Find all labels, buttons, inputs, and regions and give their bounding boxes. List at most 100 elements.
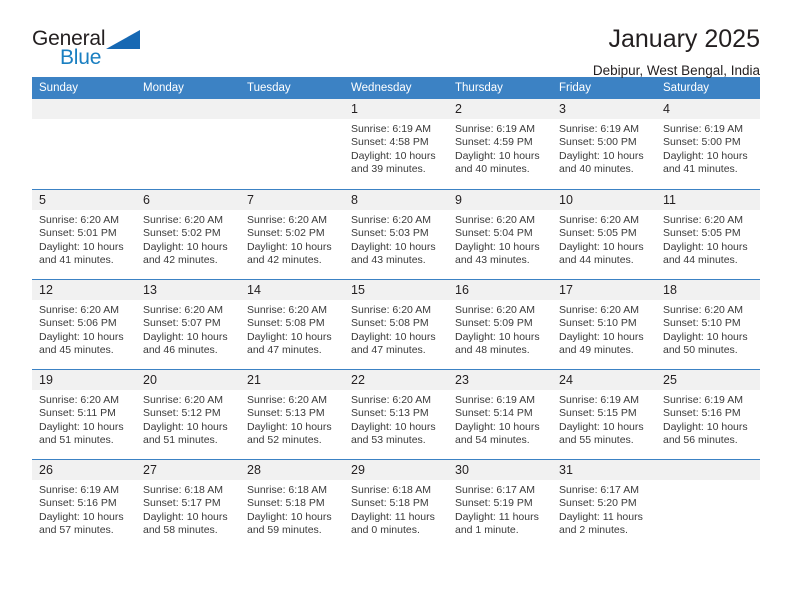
calendar-day-cell[interactable]: 14 Sunrise: 6:20 AM Sunset: 5:08 PM Dayligh… (240, 279, 344, 369)
calendar-day-cell[interactable]: 18 Sunrise: 6:20 AM Sunset: 5:10 PM Dayligh… (656, 279, 760, 369)
calendar-day-cell[interactable]: 15 Sunrise: 6:20 AM Sunset: 5:08 PM Dayligh… (344, 279, 448, 369)
sunset-text: Sunset: 5:08 PM (247, 317, 325, 330)
day-cell-inner: 13 Sunrise: 6:20 AM Sunset: 5:07 PM Dayligh… (136, 279, 240, 369)
sunset-text: Sunset: 5:02 PM (247, 227, 325, 240)
calendar-day-cell[interactable]: 30 Sunrise: 6:17 AM Sunset: 5:19 PM Dayligh… (448, 459, 552, 549)
day-cell-inner: 25 Sunrise: 6:19 AM Sunset: 5:16 PM Dayligh… (656, 369, 760, 459)
day-number: 4 (656, 99, 760, 119)
daylight-text: Daylight: 10 hours and 40 minutes. (455, 149, 540, 176)
calendar-day-cell[interactable]: 5 Sunrise: 6:20 AM Sunset: 5:01 PM Daylight… (32, 189, 136, 279)
calendar-day-cell[interactable]: 25 Sunrise: 6:19 AM Sunset: 5:16 PM Dayligh… (656, 369, 760, 459)
calendar-day-cell[interactable]: 11 Sunrise: 6:20 AM Sunset: 5:05 PM Dayligh… (656, 189, 760, 279)
sunrise-text: Sunrise: 6:20 AM (455, 304, 535, 316)
title-block: January 2025 Debipur, West Bengal, India (144, 25, 760, 77)
calendar-week-row: 12 Sunrise: 6:20 AM Sunset: 5:06 PM Dayligh… (32, 279, 760, 369)
day-details: Sunrise: 6:19 AM Sunset: 5:00 PM Daylight:… (552, 119, 656, 177)
day-cell-inner: 29 Sunrise: 6:18 AM Sunset: 5:18 PM Dayligh… (344, 459, 448, 549)
day-details: Sunrise: 6:19 AM Sunset: 4:58 PM Daylight:… (344, 119, 448, 177)
calendar-day-cell[interactable]: 31 Sunrise: 6:17 AM Sunset: 5:20 PM Dayligh… (552, 459, 656, 549)
day-cell-inner: 18 Sunrise: 6:20 AM Sunset: 5:10 PM Dayligh… (656, 279, 760, 369)
calendar-day-cell[interactable]: 13 Sunrise: 6:20 AM Sunset: 5:07 PM Dayligh… (136, 279, 240, 369)
sunset-text: Sunset: 5:16 PM (39, 497, 117, 510)
sunrise-text: Sunrise: 6:20 AM (351, 304, 431, 316)
day-cell-inner: 16 Sunrise: 6:20 AM Sunset: 5:09 PM Dayligh… (448, 279, 552, 369)
brand-logo[interactable]: General Blue (32, 26, 144, 74)
calendar-day-cell[interactable]: 4 Sunrise: 6:19 AM Sunset: 5:00 PM Daylight… (656, 99, 760, 189)
day-number: 13 (136, 280, 240, 300)
day-number: 27 (136, 460, 240, 480)
calendar-week-row: 19 Sunrise: 6:20 AM Sunset: 5:11 PM Dayligh… (32, 369, 760, 459)
day-number: 10 (552, 190, 656, 210)
calendar-body: 1 Sunrise: 6:19 AM Sunset: 4:58 PM Daylight… (32, 99, 760, 549)
calendar-day-cell[interactable]: 20 Sunrise: 6:20 AM Sunset: 5:12 PM Dayligh… (136, 369, 240, 459)
sunset-text: Sunset: 5:09 PM (455, 317, 533, 330)
daylight-text: Daylight: 10 hours and 55 minutes. (559, 420, 644, 447)
day-cell-inner: 22 Sunrise: 6:20 AM Sunset: 5:13 PM Dayligh… (344, 369, 448, 459)
day-details: Sunrise: 6:19 AM Sunset: 5:14 PM Daylight:… (448, 390, 552, 448)
calendar-day-cell[interactable]: 10 Sunrise: 6:20 AM Sunset: 5:05 PM Dayligh… (552, 189, 656, 279)
sunset-text: Sunset: 4:59 PM (455, 136, 533, 149)
calendar-day-cell[interactable]: 19 Sunrise: 6:20 AM Sunset: 5:11 PM Dayligh… (32, 369, 136, 459)
triangle-icon (106, 30, 140, 49)
daylight-text: Daylight: 11 hours and 0 minutes. (351, 510, 435, 537)
sunset-text: Sunset: 5:16 PM (663, 407, 741, 420)
day-number (656, 460, 760, 480)
day-number: 21 (240, 370, 344, 390)
calendar-day-cell[interactable]: 28 Sunrise: 6:18 AM Sunset: 5:18 PM Dayligh… (240, 459, 344, 549)
sunset-text: Sunset: 5:03 PM (351, 227, 429, 240)
calendar-day-cell[interactable]: 23 Sunrise: 6:19 AM Sunset: 5:14 PM Dayligh… (448, 369, 552, 459)
day-number (136, 99, 240, 119)
weekday-header-saturday: Saturday (656, 77, 760, 99)
calendar-day-cell (656, 459, 760, 549)
daylight-text: Daylight: 10 hours and 43 minutes. (455, 240, 540, 267)
daylight-text: Daylight: 10 hours and 47 minutes. (351, 330, 436, 357)
daylight-text: Daylight: 10 hours and 39 minutes. (351, 149, 436, 176)
sunrise-text: Sunrise: 6:20 AM (143, 214, 223, 226)
calendar-day-cell[interactable]: 27 Sunrise: 6:18 AM Sunset: 5:17 PM Dayligh… (136, 459, 240, 549)
calendar-header-row: Sunday Monday Tuesday Wednesday Thursday… (32, 77, 760, 99)
sunrise-text: Sunrise: 6:20 AM (559, 214, 639, 226)
calendar-day-cell[interactable]: 6 Sunrise: 6:20 AM Sunset: 5:02 PM Daylight… (136, 189, 240, 279)
page-header: General Blue January 2025 Debipur, West … (32, 0, 760, 77)
day-details: Sunrise: 6:20 AM Sunset: 5:04 PM Daylight:… (448, 210, 552, 268)
calendar-day-cell[interactable]: 9 Sunrise: 6:20 AM Sunset: 5:04 PM Daylight… (448, 189, 552, 279)
sunset-text: Sunset: 5:01 PM (39, 227, 117, 240)
day-number: 9 (448, 190, 552, 210)
daylight-text: Daylight: 10 hours and 56 minutes. (663, 420, 748, 447)
page-title: January 2025 (608, 25, 760, 53)
brand-name-blue: Blue (60, 46, 102, 69)
calendar-day-cell[interactable]: 1 Sunrise: 6:19 AM Sunset: 4:58 PM Daylight… (344, 99, 448, 189)
calendar-day-cell[interactable]: 17 Sunrise: 6:20 AM Sunset: 5:10 PM Dayligh… (552, 279, 656, 369)
calendar-page: General Blue January 2025 Debipur, West … (0, 0, 792, 612)
sunset-text: Sunset: 5:11 PM (39, 407, 116, 420)
day-number: 11 (656, 190, 760, 210)
sunset-text: Sunset: 5:05 PM (559, 227, 637, 240)
calendar-week-row: 5 Sunrise: 6:20 AM Sunset: 5:01 PM Daylight… (32, 189, 760, 279)
day-number: 22 (344, 370, 448, 390)
calendar-day-cell[interactable]: 7 Sunrise: 6:20 AM Sunset: 5:02 PM Daylight… (240, 189, 344, 279)
calendar-day-cell[interactable]: 22 Sunrise: 6:20 AM Sunset: 5:13 PM Dayligh… (344, 369, 448, 459)
daylight-text: Daylight: 10 hours and 45 minutes. (39, 330, 124, 357)
calendar-day-cell[interactable]: 24 Sunrise: 6:19 AM Sunset: 5:15 PM Dayligh… (552, 369, 656, 459)
day-cell-inner: 2 Sunrise: 6:19 AM Sunset: 4:59 PM Daylight… (448, 99, 552, 189)
calendar-day-cell[interactable]: 29 Sunrise: 6:18 AM Sunset: 5:18 PM Dayligh… (344, 459, 448, 549)
daylight-text: Daylight: 10 hours and 41 minutes. (663, 149, 748, 176)
weekday-header-monday: Monday (136, 77, 240, 99)
day-number: 17 (552, 280, 656, 300)
sunset-text: Sunset: 5:06 PM (39, 317, 117, 330)
sunset-text: Sunset: 5:12 PM (143, 407, 221, 420)
calendar-day-cell[interactable]: 2 Sunrise: 6:19 AM Sunset: 4:59 PM Daylight… (448, 99, 552, 189)
calendar-day-cell[interactable]: 26 Sunrise: 6:19 AM Sunset: 5:16 PM Dayligh… (32, 459, 136, 549)
sunrise-text: Sunrise: 6:18 AM (143, 484, 223, 496)
day-details: Sunrise: 6:20 AM Sunset: 5:01 PM Daylight:… (32, 210, 136, 268)
calendar-day-cell[interactable]: 16 Sunrise: 6:20 AM Sunset: 5:09 PM Dayligh… (448, 279, 552, 369)
day-cell-inner (136, 99, 240, 189)
calendar-day-cell[interactable]: 21 Sunrise: 6:20 AM Sunset: 5:13 PM Dayligh… (240, 369, 344, 459)
day-cell-inner: 21 Sunrise: 6:20 AM Sunset: 5:13 PM Dayligh… (240, 369, 344, 459)
calendar-day-cell[interactable]: 8 Sunrise: 6:20 AM Sunset: 5:03 PM Daylight… (344, 189, 448, 279)
sunset-text: Sunset: 5:04 PM (455, 227, 533, 240)
calendar-day-cell[interactable]: 12 Sunrise: 6:20 AM Sunset: 5:06 PM Dayligh… (32, 279, 136, 369)
day-number: 25 (656, 370, 760, 390)
sunrise-text: Sunrise: 6:20 AM (663, 304, 743, 316)
calendar-day-cell[interactable]: 3 Sunrise: 6:19 AM Sunset: 5:00 PM Daylight… (552, 99, 656, 189)
